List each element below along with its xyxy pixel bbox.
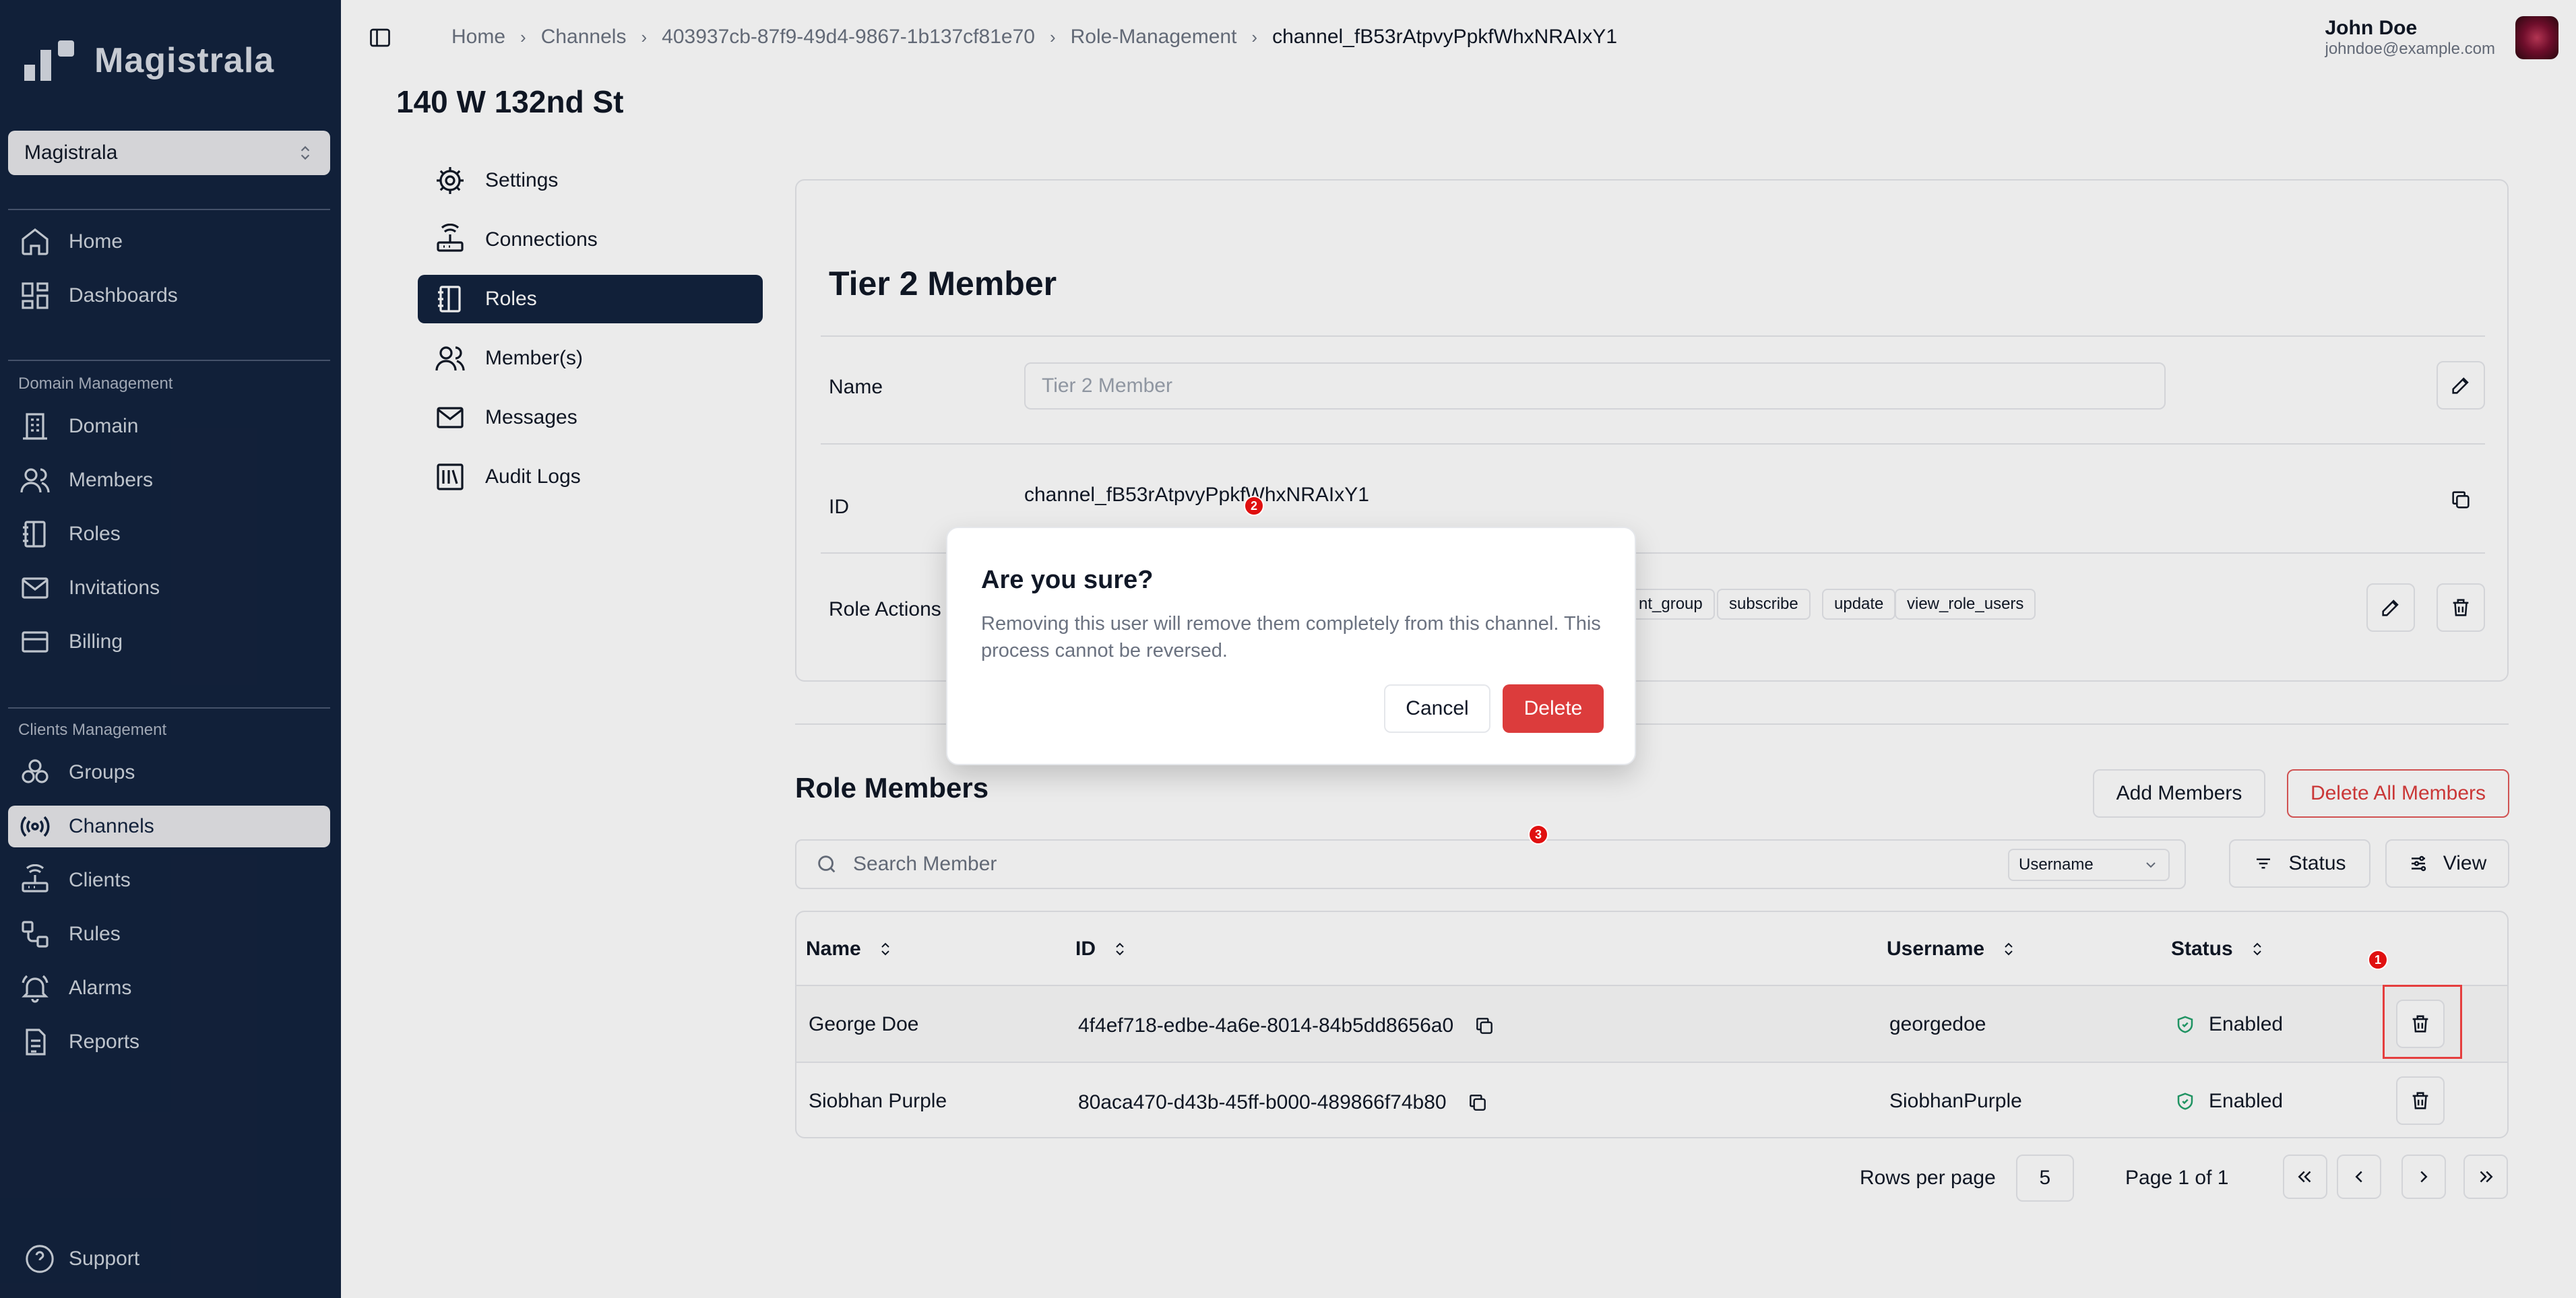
confirm-dialog: Are you sure? Removing this user will re…	[946, 527, 1636, 765]
annotation-marker: 1	[2368, 950, 2388, 970]
annotation-marker: 3	[1528, 824, 1548, 845]
cancel-button[interactable]: Cancel	[1384, 684, 1490, 733]
dialog-title: Are you sure?	[981, 566, 1154, 594]
dialog-description: Removing this user will remove them comp…	[981, 613, 1601, 661]
app-root: Magistrala Magistrala Home Dashboards Do…	[0, 0, 2576, 1298]
delete-button[interactable]: Delete	[1503, 684, 1604, 733]
highlight-box	[2383, 985, 2462, 1059]
annotation-marker: 2	[1244, 496, 1264, 516]
